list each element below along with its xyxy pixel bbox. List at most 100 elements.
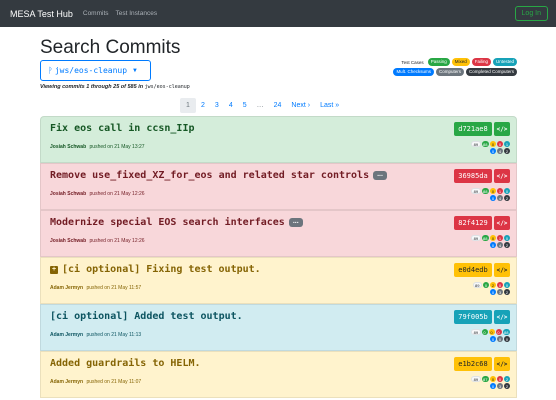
commit-pushed: pushed on 21 May 11:57	[86, 285, 142, 291]
stat-badge: 0	[504, 282, 510, 288]
commit-author: Josiah Schwab	[50, 238, 87, 244]
stat-badge: 0	[490, 336, 496, 342]
stat-badge: 0	[490, 195, 496, 201]
commit-message[interactable]: [ci optional] Fixing test output.	[62, 264, 261, 275]
stat-badge: 2	[504, 289, 510, 295]
commit-sha-button[interactable]: e1b2c68	[454, 357, 492, 371]
test-case-stats: 89 88 0 1 0	[464, 235, 510, 241]
branch-dropdown-button[interactable]: ᚹ jws/eos-cleanup ▼	[40, 60, 151, 81]
commit-sha-button[interactable]: 79f005b	[454, 310, 492, 324]
page-link-4[interactable]: 4	[224, 98, 238, 113]
commit-title: Modernize special EOS search interfaces.…	[50, 217, 303, 228]
commit-pushed: pushed on 21 May 13:27	[89, 144, 145, 150]
stat-badge: 2	[504, 195, 510, 201]
commit-stats: 89 88 0 1 0 042	[464, 235, 510, 249]
commit-title: Fix eos call in ccsn_IIp	[50, 123, 195, 134]
commit-row: [ci optional] Added test output. Adam Je…	[40, 304, 517, 351]
commit-sha-button[interactable]: d721ae8	[454, 122, 492, 136]
commit-title: Remove use_fixed_XZ_for_eos and related …	[50, 170, 387, 181]
commit-pushed: pushed on 21 May 11:13	[86, 332, 142, 338]
commit-row: Modernize special EOS search interfaces.…	[40, 210, 517, 257]
page-last-link[interactable]: Last »	[315, 98, 344, 113]
commit-stats: 89 87 0 0 2 032	[464, 376, 510, 390]
legend-test-cases-label: Test Cases	[401, 59, 424, 65]
commit-meta: Josiah Schwab pushed on 21 May 12:26	[50, 191, 145, 197]
stat-badge: 4	[497, 242, 503, 248]
pagination: 1 2 3 4 5 … 24 Next › Last »	[180, 98, 344, 113]
code-icon[interactable]: </>	[494, 122, 510, 136]
expand-icon[interactable]: +	[50, 265, 58, 274]
stat-badge: 0	[490, 376, 496, 382]
page-link-1[interactable]: 1	[180, 98, 196, 113]
stat-badge: 3	[497, 383, 503, 389]
stat-badge: 0	[504, 336, 510, 342]
commit-message[interactable]: Remove use_fixed_XZ_for_eos and related …	[50, 170, 369, 181]
legend-computers-pill: Computers	[435, 68, 464, 76]
commit-stats: 89 0 0 0 88 000	[464, 329, 510, 343]
branch-label: jws/eos-cleanup	[54, 66, 128, 75]
test-case-stats: 89 0 0 0 88	[464, 329, 510, 335]
stat-badge: 88	[481, 235, 489, 241]
nav-link-test-instances[interactable]: Test Instances	[116, 10, 158, 17]
commit-sha-button[interactable]: 36985da	[454, 169, 492, 183]
stat-badge: 89	[471, 141, 481, 147]
stat-badge: 2	[504, 242, 510, 248]
legend-mult-checksums-pill: Mult. Checksums	[393, 68, 434, 76]
test-case-stats: 89 88 0 0 1	[464, 141, 510, 147]
code-icon[interactable]: </>	[494, 263, 510, 277]
page-link-5[interactable]: 5	[238, 98, 252, 113]
stat-badge: 2	[504, 148, 510, 154]
commit-message[interactable]: Fix eos call in ccsn_IIp	[50, 123, 195, 134]
commit-actions: e1b2c68 </>	[454, 357, 510, 371]
nav-link-commits[interactable]: Commits	[83, 10, 109, 17]
legend-untested-pill: Untested	[492, 58, 517, 66]
more-message-button[interactable]: ...	[373, 171, 387, 180]
commit-meta: Josiah Schwab pushed on 21 May 12:26	[50, 238, 145, 244]
brand-link[interactable]: MESA Test Hub	[10, 9, 73, 19]
commit-sha-button[interactable]: 82f4129	[454, 216, 492, 230]
login-button[interactable]: Log In	[514, 6, 548, 21]
commit-pushed: pushed on 21 May 12:26	[89, 238, 145, 244]
page-link-3[interactable]: 3	[210, 98, 224, 113]
commit-message[interactable]: [ci optional] Added test output.	[50, 311, 243, 322]
code-icon[interactable]: </>	[494, 357, 510, 371]
code-icon[interactable]: </>	[494, 169, 510, 183]
stat-badge: 0	[497, 141, 503, 147]
page-link-2[interactable]: 2	[196, 98, 210, 113]
stat-badge: 88	[481, 188, 489, 194]
stat-badge: 0	[490, 242, 496, 248]
stat-badge: 87	[481, 376, 489, 382]
code-icon[interactable]: </>	[494, 310, 510, 324]
commit-sha-button[interactable]: e0d4edb	[454, 263, 492, 277]
stat-badge: 0	[481, 329, 488, 335]
stat-badge: 0	[490, 188, 496, 194]
test-case-stats: 89 87 0 0 2	[464, 376, 510, 382]
computer-stats: 000	[464, 336, 510, 342]
code-icon[interactable]: </>	[494, 216, 510, 230]
commit-author: Josiah Schwab	[50, 191, 87, 197]
page-link-24[interactable]: 24	[269, 98, 287, 113]
stat-badge: 88	[502, 329, 510, 335]
more-message-button[interactable]: ...	[288, 218, 303, 227]
top-navbar: MESA Test Hub Commits Test Instances Log…	[0, 0, 556, 27]
commit-row: Added guardrails to HELM. Adam Jermyn pu…	[40, 351, 517, 398]
test-case-stats: 89 88 0 1 0	[464, 188, 510, 194]
stat-badge: 89	[471, 235, 481, 241]
stat-badge: 0	[497, 336, 503, 342]
test-case-stats: 89 0 2 0 0	[464, 282, 510, 288]
commit-message[interactable]: Added guardrails to HELM.	[50, 358, 201, 369]
commit-actions: d721ae8 </>	[454, 122, 510, 136]
stat-badge: 4	[497, 195, 503, 201]
commit-list: Fix eos call in ccsn_IIp Josiah Schwab p…	[40, 116, 517, 398]
stat-badge: 0	[497, 282, 503, 288]
page-next-link[interactable]: Next ›	[286, 98, 315, 113]
commit-stats: 89 88 0 0 1 042	[464, 141, 510, 155]
commit-stats: 89 0 2 0 0 032	[464, 282, 510, 296]
git-branch-icon: ᚹ	[48, 66, 53, 75]
computer-stats: 042	[464, 148, 510, 154]
stat-badge: 0	[488, 329, 495, 335]
commit-message[interactable]: Modernize special EOS search interfaces	[50, 217, 285, 228]
stat-badge: 4	[497, 148, 503, 154]
commit-row: + [ci optional] Fixing test output. Adam …	[40, 257, 517, 304]
commit-author: Adam Jermyn	[50, 285, 84, 291]
